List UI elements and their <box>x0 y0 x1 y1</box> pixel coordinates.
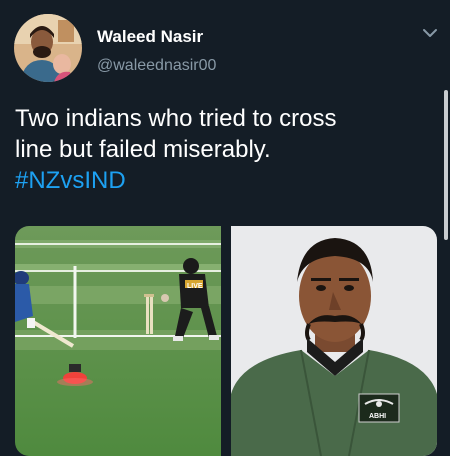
scrollbar[interactable] <box>444 90 448 240</box>
avatar-image <box>14 14 82 82</box>
tweet-card: Waleed Nasir @waleednasir00 Two indians … <box>0 0 450 456</box>
media-grid: LIVE ABHI <box>15 226 437 456</box>
hashtag-link[interactable]: #NZvsIND <box>15 167 126 194</box>
tweet-text: Two indians who tried to cross line but … <box>15 103 440 196</box>
author-handle: @waleednasir00 <box>97 57 217 74</box>
tweet-text-line1: Two indians who tried to cross <box>15 105 337 132</box>
author-name[interactable]: Waleed Nasir <box>97 27 203 47</box>
author-avatar[interactable] <box>14 14 82 82</box>
name-tag-text: ABHI <box>369 413 386 420</box>
tweet-text-line2: line but failed miserably. <box>15 136 271 163</box>
cricket-scene-image: LIVE <box>15 226 221 456</box>
pilot-portrait-image: ABHI <box>231 226 437 456</box>
chevron-down-icon[interactable] <box>420 26 440 40</box>
cricket-run-out-photo[interactable]: LIVE <box>15 226 221 456</box>
live-overlay-text: LIVE <box>187 283 203 290</box>
pilot-portrait-photo[interactable]: ABHI <box>231 226 437 456</box>
